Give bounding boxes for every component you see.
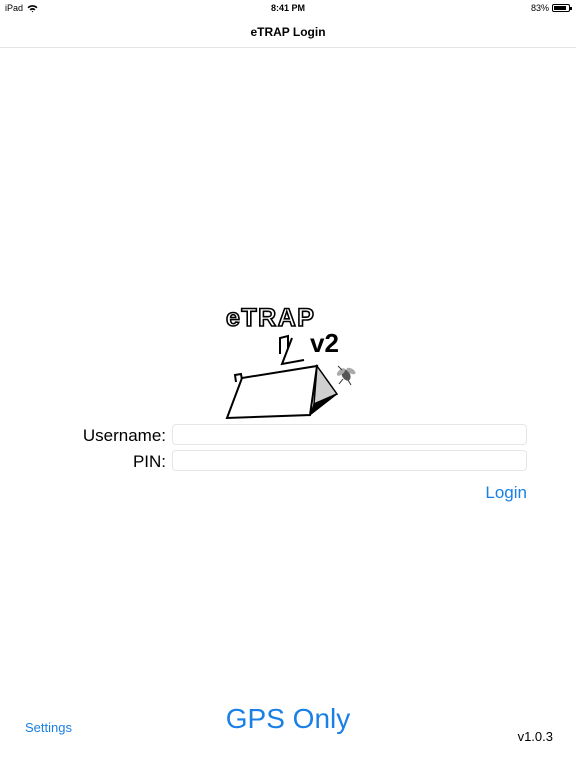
battery-percentage: 83%: [530, 3, 549, 13]
pin-field[interactable]: [172, 450, 527, 471]
status-right: 83%: [530, 3, 572, 13]
version-label: v1.0.3: [517, 729, 553, 744]
pin-label: PIN:: [132, 452, 166, 471]
gps-only-button[interactable]: GPS Only: [188, 703, 388, 735]
username-field[interactable]: [172, 424, 527, 445]
status-bar: iPad 8:41 PM 83%: [0, 0, 576, 16]
logo-text: eTRAP: [226, 304, 315, 332]
battery-icon: [552, 4, 572, 12]
login-button[interactable]: Login: [485, 483, 527, 503]
settings-button[interactable]: Settings: [25, 720, 72, 735]
page-title: eTRAP Login: [250, 25, 326, 39]
fly-icon: [336, 365, 356, 386]
username-label: Username:: [82, 426, 166, 445]
logo-version-mark: v2: [310, 328, 339, 358]
battery-cap: [570, 7, 572, 10]
status-time: 8:41 PM: [270, 3, 305, 13]
etrap-logo: eTRAP v2: [222, 300, 362, 422]
battery-fill: [554, 6, 566, 10]
navigation-bar: eTRAP Login: [0, 16, 576, 48]
